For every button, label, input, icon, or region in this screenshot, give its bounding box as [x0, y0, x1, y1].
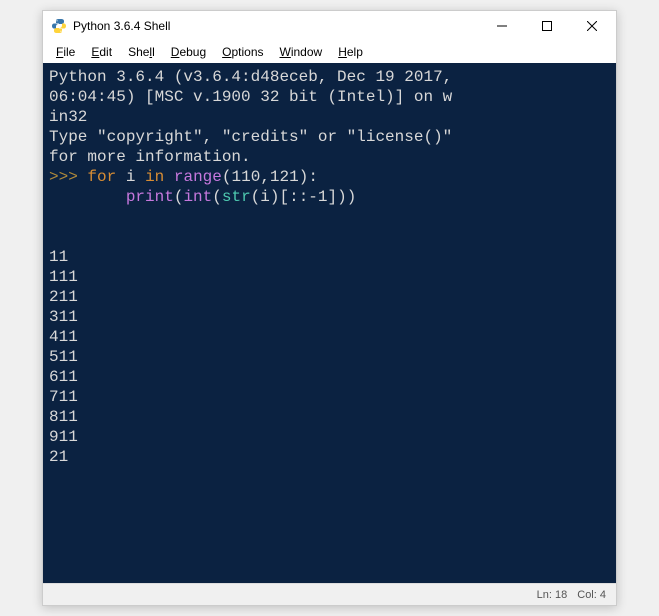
blank-line [49, 207, 610, 227]
menubar: File Edit Shell Debug Options Window Hel… [43, 41, 616, 63]
output-line: 611 [49, 367, 610, 387]
status-line: Ln: 18 [537, 589, 568, 601]
app-window: Python 3.6.4 Shell File Edit Shell Debug… [42, 10, 617, 606]
window-controls [479, 12, 614, 40]
banner-line: 06:04:45) [MSC v.1900 32 bit (Intel)] on… [49, 87, 610, 107]
output-line: 11 [49, 247, 610, 267]
menu-help[interactable]: Help [331, 43, 370, 61]
output-line: 911 [49, 427, 610, 447]
window-title: Python 3.6.4 Shell [73, 19, 479, 33]
close-button[interactable] [569, 12, 614, 40]
console-area[interactable]: Python 3.6.4 (v3.6.4:d48eceb, Dec 19 201… [43, 63, 616, 583]
banner-line: Python 3.6.4 (v3.6.4:d48eceb, Dec 19 201… [49, 67, 610, 87]
prompt: >>> [49, 168, 78, 186]
function-str: str [222, 188, 251, 206]
blank-line [49, 227, 610, 247]
output-line: 411 [49, 327, 610, 347]
function-print: print [126, 188, 174, 206]
menu-window[interactable]: Window [273, 43, 330, 61]
keyword-for: for [87, 168, 116, 186]
menu-file[interactable]: File [49, 43, 82, 61]
output-line: 711 [49, 387, 610, 407]
output-line: 811 [49, 407, 610, 427]
menu-edit[interactable]: Edit [84, 43, 119, 61]
banner-line: Type "copyright", "credits" or "license(… [49, 127, 610, 147]
variable: i [126, 168, 136, 186]
keyword-in: in [145, 168, 164, 186]
output-line: 211 [49, 287, 610, 307]
output-line: 311 [49, 307, 610, 327]
output-line: 21 [49, 447, 610, 467]
function-int: int [183, 188, 212, 206]
python-icon [51, 18, 67, 34]
menu-debug[interactable]: Debug [164, 43, 213, 61]
banner-line: for more information. [49, 147, 610, 167]
status-col: Col: 4 [577, 589, 606, 601]
code-line-2: print(int(str(i)[::-1])) [49, 187, 610, 207]
menu-shell[interactable]: Shell [121, 43, 162, 61]
menu-options[interactable]: Options [215, 43, 270, 61]
output-line: 511 [49, 347, 610, 367]
code-line-1: >>> for i in range(110,121): [49, 167, 610, 187]
function-range: range [174, 168, 222, 186]
banner-line: in32 [49, 107, 610, 127]
titlebar[interactable]: Python 3.6.4 Shell [43, 11, 616, 41]
minimize-button[interactable] [479, 12, 524, 40]
output-line: 111 [49, 267, 610, 287]
statusbar: Ln: 18 Col: 4 [43, 583, 616, 605]
maximize-button[interactable] [524, 12, 569, 40]
